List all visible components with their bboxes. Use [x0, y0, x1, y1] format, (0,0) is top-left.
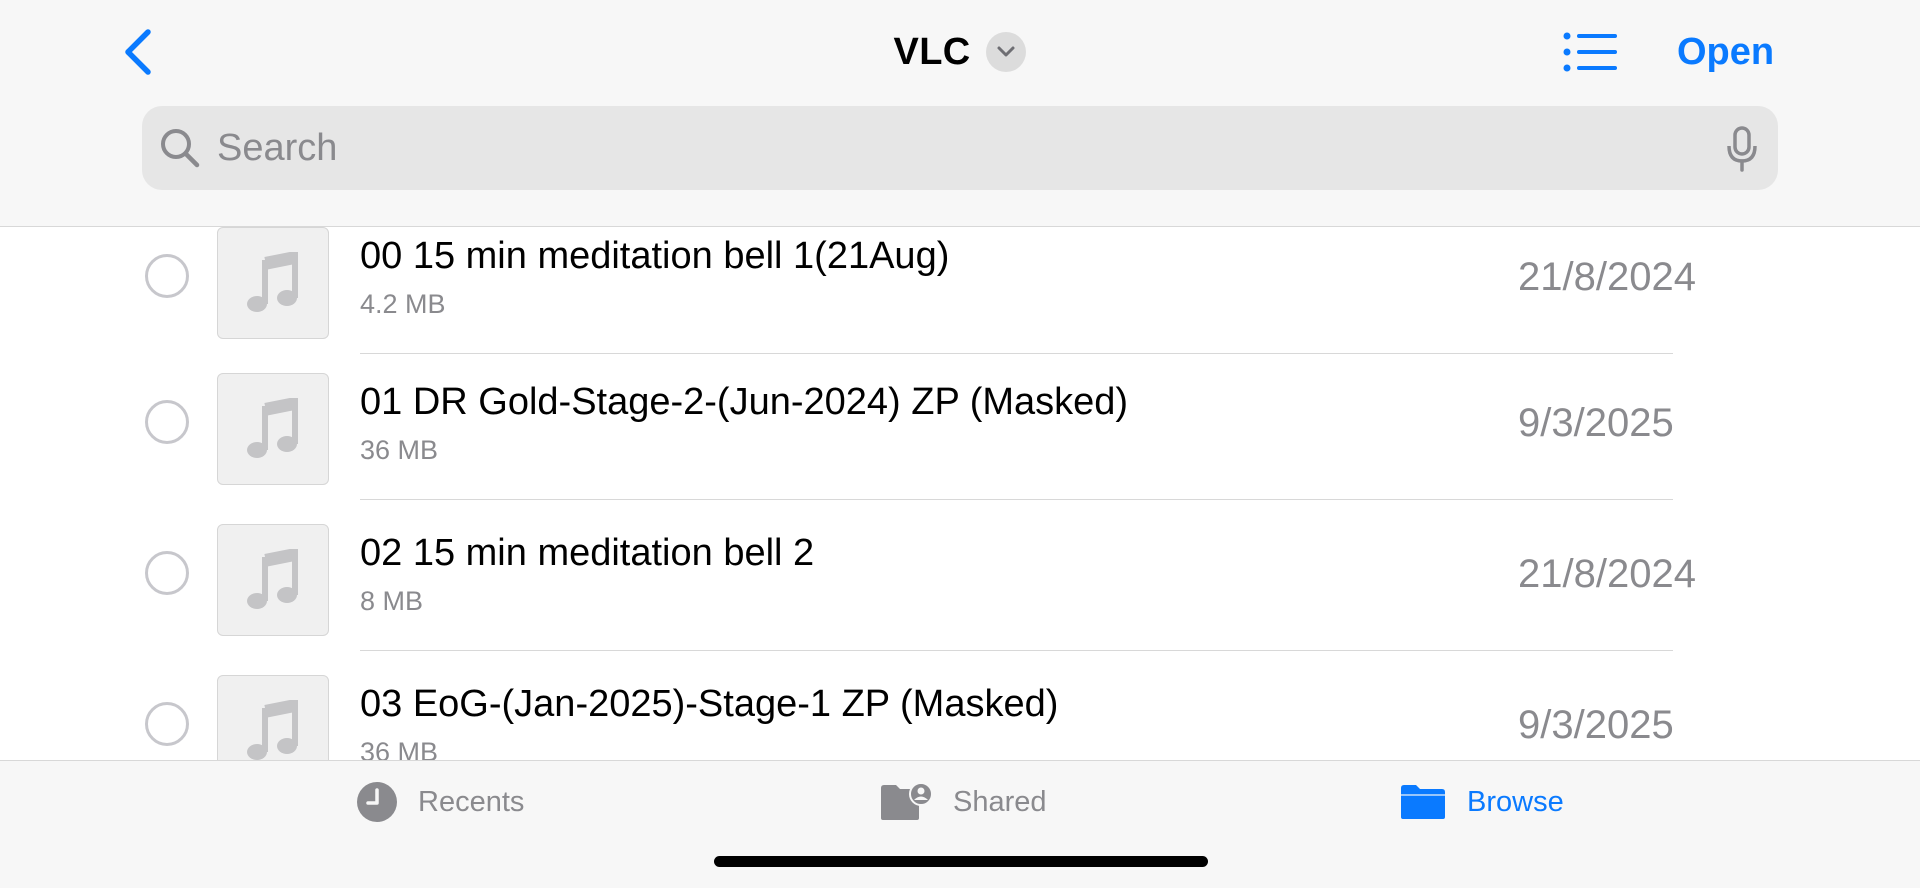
file-row[interactable]: 01 DR Gold-Stage-2-(Jun-2024) ZP (Masked…	[0, 373, 1920, 524]
open-button[interactable]: Open	[1677, 28, 1774, 76]
audio-thumbnail	[217, 675, 329, 760]
tab-bar: Recents Shared Browse	[0, 760, 1920, 888]
folder-icon	[1401, 785, 1445, 819]
file-name: 01 DR Gold-Stage-2-(Jun-2024) ZP (Masked…	[360, 381, 1129, 423]
file-date: 21/8/2024	[1518, 255, 1696, 299]
music-note-icon	[247, 700, 298, 760]
file-row[interactable]: 00 15 min meditation bell 1(21Aug) 4.2 M…	[0, 227, 1920, 378]
list-icon	[1563, 32, 1617, 72]
select-radio[interactable]	[145, 254, 189, 298]
file-row[interactable]: 03 EoG-(Jan-2025)-Stage-1 ZP (Masked) 36…	[0, 675, 1920, 760]
chevron-down-icon	[997, 46, 1015, 57]
file-name: 03 EoG-(Jan-2025)-Stage-1 ZP (Masked)	[360, 683, 1059, 725]
home-indicator[interactable]	[714, 856, 1208, 867]
tab-label: Shared	[953, 785, 1047, 818]
file-date: 9/3/2025	[1518, 703, 1674, 747]
audio-thumbnail	[217, 524, 329, 636]
view-options-button[interactable]	[1563, 32, 1617, 72]
tab-label: Recents	[418, 785, 525, 818]
tab-label: Browse	[1467, 785, 1564, 818]
music-note-icon	[247, 398, 298, 458]
search-field[interactable]: Search	[142, 106, 1778, 190]
tab-recents[interactable]: Recents	[356, 781, 524, 823]
file-size: 8 MB	[360, 586, 424, 616]
select-radio[interactable]	[145, 551, 189, 595]
search-placeholder: Search	[217, 127, 338, 169]
title-menu-button[interactable]	[986, 32, 1027, 72]
microphone-icon[interactable]	[1726, 126, 1758, 172]
file-size: 36 MB	[360, 737, 439, 760]
music-note-icon	[247, 252, 298, 312]
title-group: VLC	[0, 26, 1920, 78]
page-title: VLC	[893, 30, 971, 73]
file-name: 02 15 min meditation bell 2	[360, 532, 815, 574]
music-note-icon	[247, 549, 298, 609]
file-list: 00 15 min meditation bell 1(21Aug) 4.2 M…	[0, 227, 1920, 760]
file-date: 21/8/2024	[1518, 552, 1696, 596]
shared-folder-icon	[881, 782, 933, 820]
select-radio[interactable]	[145, 702, 189, 746]
clock-icon	[357, 782, 397, 822]
navigation-header: VLC Open Search	[0, 0, 1920, 227]
row-divider	[360, 499, 1673, 500]
select-radio[interactable]	[145, 400, 189, 444]
file-size: 36 MB	[360, 435, 439, 465]
file-date: 9/3/2025	[1518, 401, 1674, 445]
file-name: 00 15 min meditation bell 1(21Aug)	[360, 235, 950, 277]
audio-thumbnail	[217, 227, 329, 339]
row-divider	[360, 353, 1673, 354]
file-size: 4.2 MB	[360, 289, 446, 319]
tab-shared[interactable]: Shared	[879, 781, 1047, 823]
search-icon	[161, 129, 200, 168]
tab-browse[interactable]: Browse	[1399, 781, 1564, 823]
audio-thumbnail	[217, 373, 329, 485]
file-row[interactable]: 02 15 min meditation bell 2 8 MB 21/8/20…	[0, 524, 1920, 675]
row-divider	[360, 650, 1673, 651]
